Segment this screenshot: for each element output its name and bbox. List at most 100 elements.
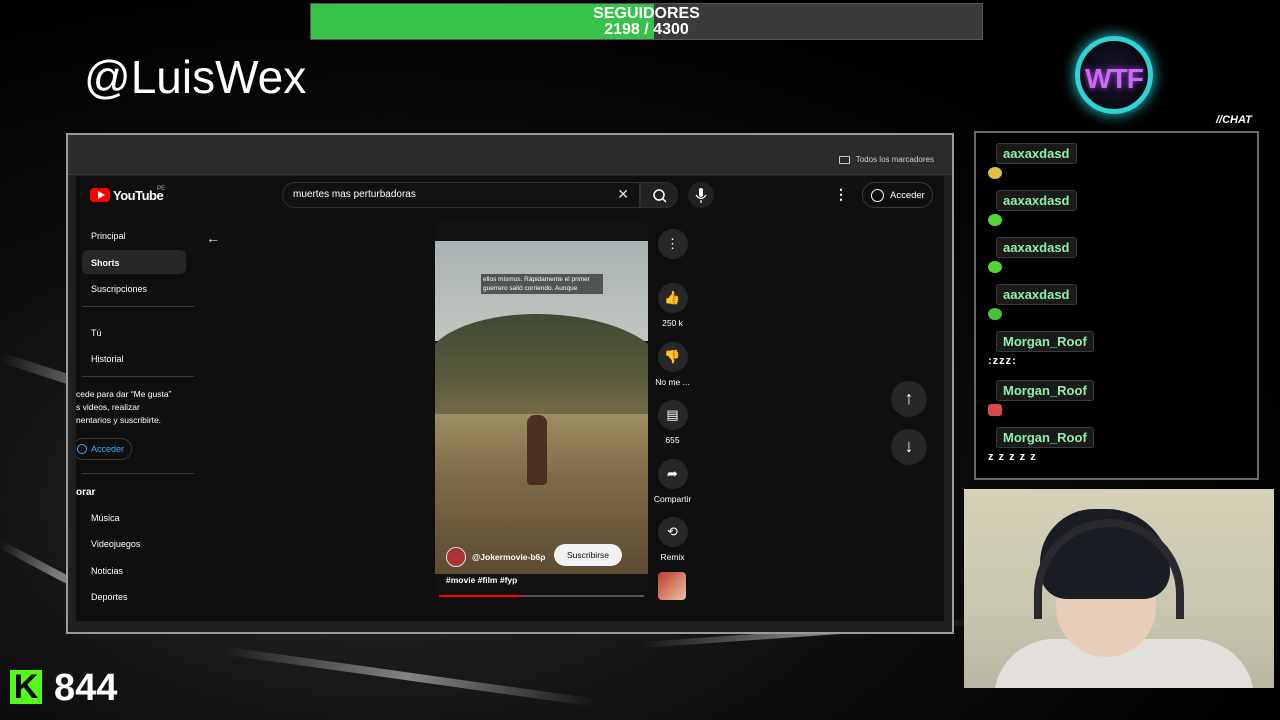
follower-goal: 4300 [653,21,689,38]
folder-icon [839,156,850,164]
search-button[interactable] [640,182,678,208]
close-icon[interactable]: ✕ [617,186,629,203]
search-input[interactable]: muertes mas perturbadoras ✕ [282,182,640,208]
chat-message: Morgan_Roof z z z z z [988,427,1094,463]
back-arrow-icon[interactable]: ← [206,230,220,246]
arrow-up-icon: ↑ [904,388,914,408]
video-caption: ellos mismos. Rápidamente el primer guer… [481,274,603,294]
region-code: PE [157,186,166,192]
emote-green-icon [988,261,1002,273]
sidebar-section-title: orar [76,487,96,498]
subscribe-button[interactable]: Suscribirse [554,544,622,566]
sidebar-divider [82,376,194,377]
wtf-logo: WTF [1075,36,1153,114]
more-vert-icon: ⋮ [657,229,688,259]
sidebar-item-suscripciones[interactable]: Suscripciones [82,276,186,300]
signin-button[interactable]: Acceder [862,182,933,208]
signin-promo-text: cede para dar “Me gusta” s videos, reali… [76,388,188,427]
sidebar-signin-label: Acceder [91,444,125,454]
sidebar-item-label: Tú [91,328,102,338]
sidebar-item-label: Noticias [91,566,124,576]
like-count: 250 k [662,318,683,328]
comment-icon: ▤ [657,400,688,430]
share-icon: ➦ [657,459,688,489]
emote-green-icon [988,214,1002,226]
kick-logo-icon: K [10,670,42,704]
play-icon [98,191,105,199]
chat-text: :zzz: [988,355,1017,367]
sidebar-item-label: Música [91,513,120,523]
sidebar-item-noticias[interactable]: Noticias [82,558,186,582]
emote-smile-icon [988,167,1002,179]
more-vert-icon[interactable]: ⋮ [834,186,848,203]
sidebar-item-shorts[interactable]: Shorts [82,250,186,274]
sidebar-item-label: Videojuegos [91,539,141,549]
remix-icon: ⟲ [657,517,688,547]
video-hashtags[interactable]: #movie #film #fyp [446,575,517,585]
video-progress-bar[interactable] [439,595,644,597]
chat-title: //CHAT [1216,114,1252,126]
channel-avatar[interactable] [446,547,466,567]
chat-username: aaxaxdasd [996,143,1077,164]
follower-current: 2198 [604,21,640,38]
sidebar-item-label: Suscripciones [91,284,148,294]
emote-green-blob-icon [988,308,1002,320]
account-icon [871,189,884,202]
account-icon [77,444,87,454]
chat-username: aaxaxdasd [996,237,1077,258]
video-frame-person [527,415,547,485]
youtube-page: YouTube PE muertes mas perturbadoras ✕ ⋮… [76,176,944,621]
like-button[interactable]: 👍 250 k [650,283,695,328]
sidebar-item-label: Principal [91,231,126,241]
share-label: Compartir [653,494,692,504]
emote-red-devil-icon [988,404,1002,416]
chat-message: aaxaxdasd [988,237,1077,273]
video-frame-mountain [435,314,648,424]
dislike-label: No me ... [655,377,690,387]
search-query: muertes mas perturbadoras [293,189,416,200]
sidebar-item-musica[interactable]: Música [82,505,186,529]
sidebar-item-principal[interactable]: Principal [82,223,186,247]
thumbs-up-icon: 👍 [657,283,688,313]
next-short-button[interactable]: ↓ [891,429,927,465]
bookmarks-bar: Todos los marcadores [68,147,952,175]
previous-short-button[interactable]: ↑ [891,381,927,417]
chat-panel: aaxaxdasd aaxaxdasd aaxaxdasd aaxaxdasd … [974,131,1259,480]
remix-button[interactable]: ⟲ Remix [650,517,695,562]
chat-username: Morgan_Roof [996,427,1094,448]
remix-label: Remix [660,552,685,562]
share-button[interactable]: ➦ Compartir [650,459,695,504]
chat-message: aaxaxdasd [988,143,1077,179]
sound-thumbnail[interactable] [658,572,686,600]
sidebar-item-tu[interactable]: Tú [82,320,186,344]
sidebar-divider [82,306,194,307]
sidebar-item-deportes[interactable]: Deportes [82,584,186,608]
browser-address-bar[interactable] [68,135,952,147]
mic-icon [695,188,707,203]
channel-name[interactable]: @Jokermovie-b6p [472,552,545,562]
follower-goal-text: SEGUIDORES 2198 / 4300 [311,6,982,38]
youtube-logo-text[interactable]: YouTube [113,188,164,203]
browser-window: Todos los marcadores YouTube PE muertes … [66,133,954,634]
signin-promo-line: s videos, realizar [76,402,140,412]
short-video-player[interactable]: ellos mismos. Rápidamente el primer guer… [435,219,648,601]
signin-label: Acceder [890,190,925,201]
follower-goal-count: 2198 / 4300 [311,22,982,38]
chat-message: aaxaxdasd [988,190,1077,226]
follower-goal-bar: SEGUIDORES 2198 / 4300 [310,3,983,40]
chat-username: Morgan_Roof [996,331,1094,352]
follower-separator: / [644,21,649,38]
wtf-logo-text: WTF [1085,63,1144,94]
arrow-down-icon: ↓ [904,436,914,456]
comments-button[interactable]: ▤ 655 [650,400,695,445]
sidebar-item-historial[interactable]: Historial [82,346,186,370]
video-progress-fill [439,595,521,597]
voice-search-button[interactable] [688,182,714,208]
chat-username: aaxaxdasd [996,284,1077,305]
dislike-button[interactable]: 👎 No me ... [650,342,695,387]
all-bookmarks-link[interactable]: Todos los marcadores [856,155,934,164]
sidebar-item-videojuegos[interactable]: Videojuegos [82,531,186,555]
sidebar-signin-button[interactable]: Acceder [76,438,132,460]
sidebar-item-label: Deportes [91,592,128,602]
short-more-button[interactable]: ⋮ [650,229,695,264]
